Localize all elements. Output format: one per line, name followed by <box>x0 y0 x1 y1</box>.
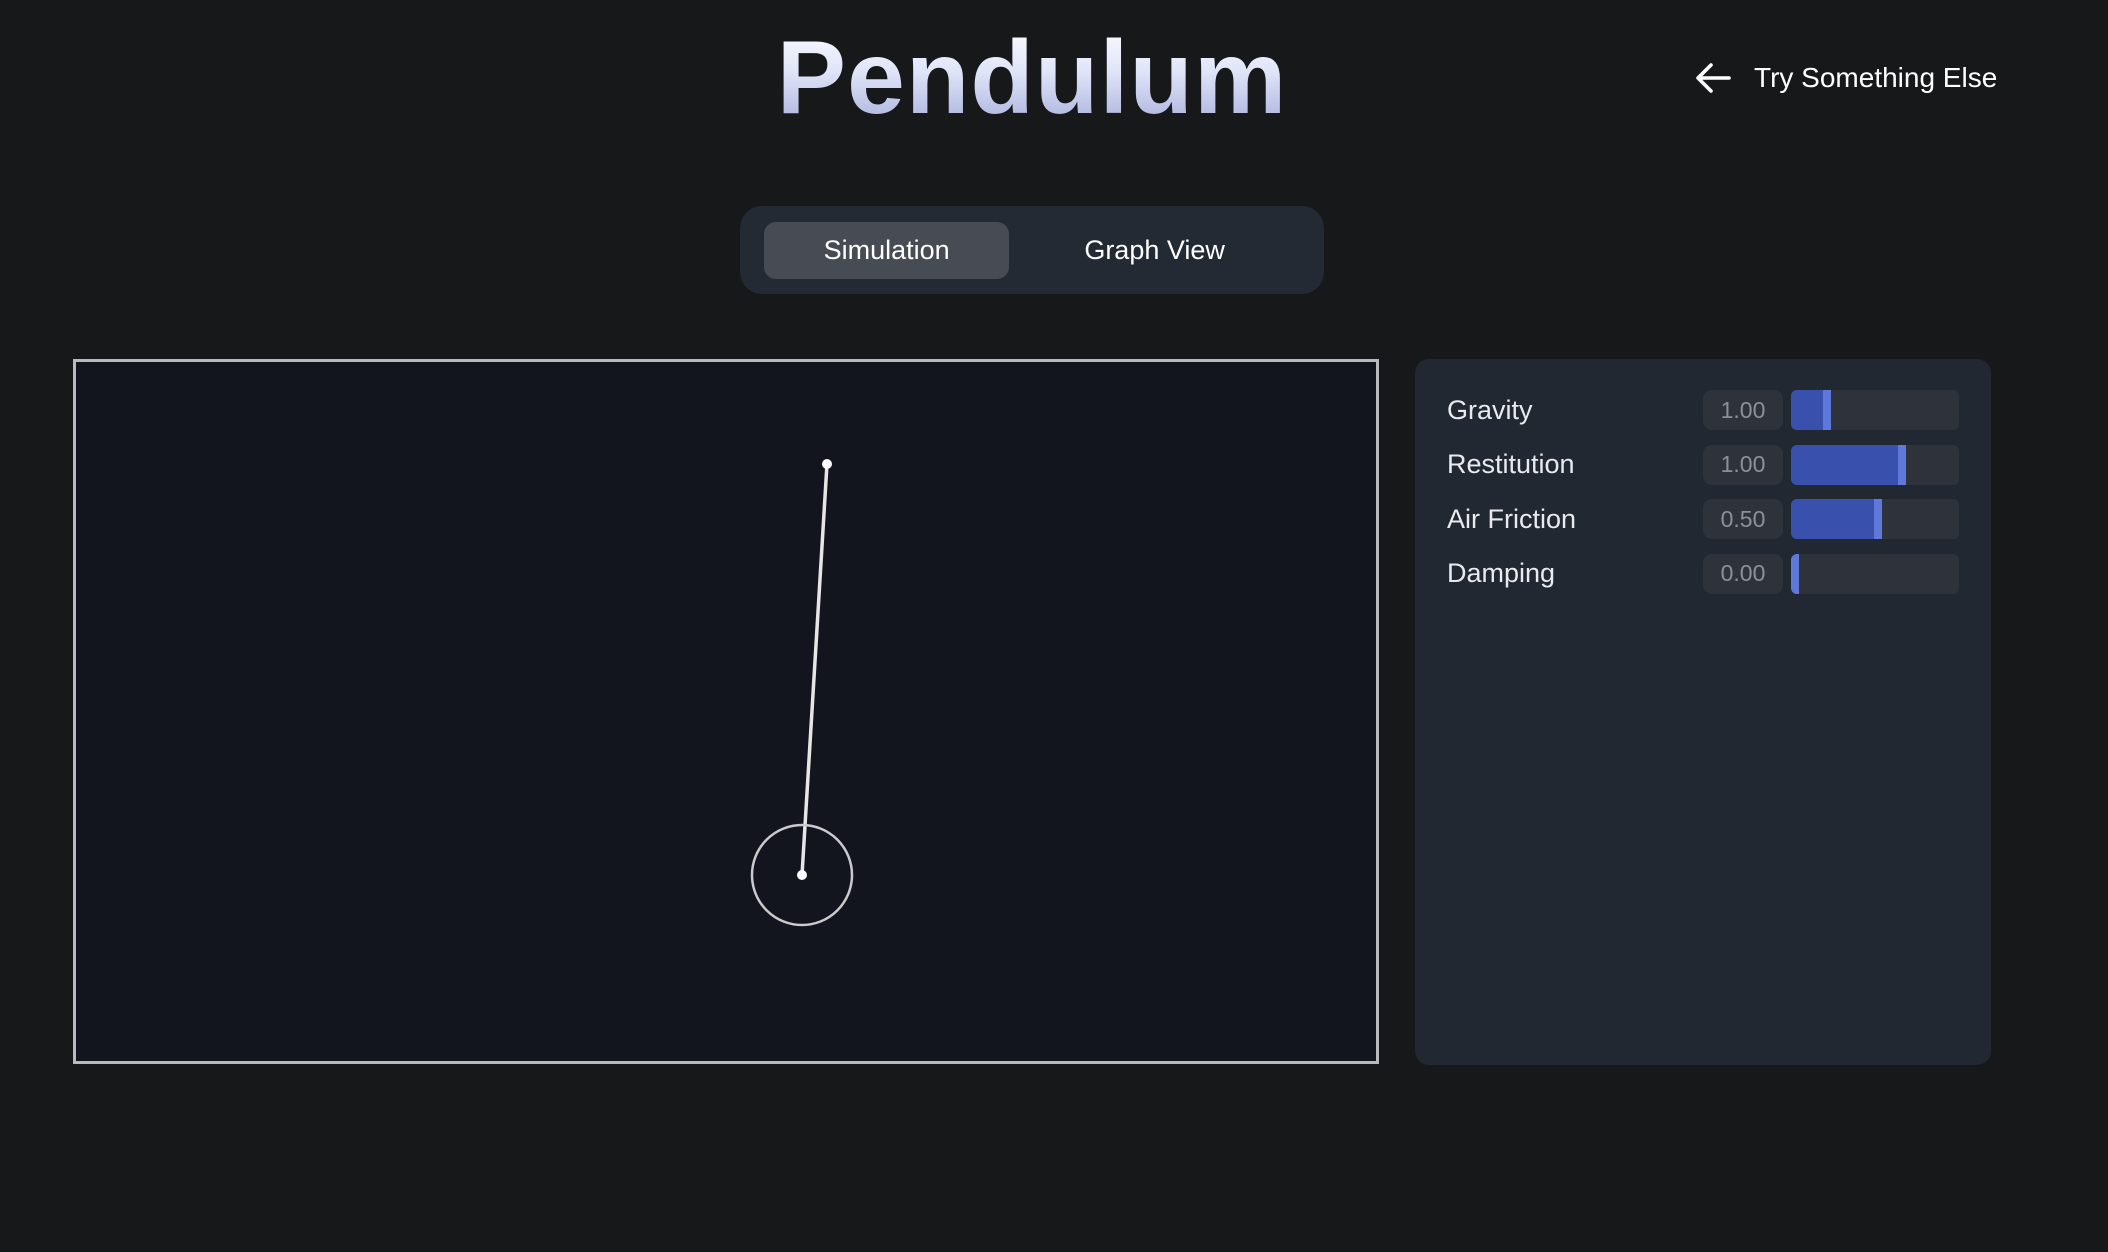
control-label: Restitution <box>1447 449 1575 479</box>
damping-slider[interactable] <box>1791 553 1959 594</box>
control-restitution: Restitution 1.00 <box>1447 444 1959 486</box>
app-root: Pendulum Try Something Else Simulation G… <box>0 0 2108 1252</box>
control-value[interactable]: 1.00 <box>1703 444 1783 485</box>
air-friction-slider[interactable] <box>1791 499 1959 539</box>
gravity-slider[interactable] <box>1791 390 1959 430</box>
back-link-label: Try Something Else <box>1754 62 1998 93</box>
control-label: Air Friction <box>1447 503 1577 534</box>
control-label: Gravity <box>1447 394 1533 425</box>
control-label: Damping <box>1447 558 1556 588</box>
control-value[interactable]: 0.50 <box>1703 499 1783 539</box>
control-damping: Damping 0.00 <box>1447 553 1959 595</box>
slider-thumb[interactable] <box>1823 390 1831 430</box>
simulation-canvas[interactable] <box>73 359 1379 1064</box>
control-value[interactable]: 1.00 <box>1703 390 1783 430</box>
view-tabs: Simulation Graph View <box>740 206 1324 294</box>
pendulum-rod <box>800 462 829 877</box>
pendulum-bob-center <box>797 870 807 880</box>
tab-graph-view[interactable]: Graph View <box>1009 222 1300 279</box>
controls-panel: Gravity 1.00 Restitution 1.00 Air Fricti… <box>1415 359 1991 1065</box>
pendulum-pivot <box>822 459 832 469</box>
slider-thumb[interactable] <box>1898 444 1906 485</box>
slider-fill <box>1791 499 1874 539</box>
control-air-friction: Air Friction 0.50 <box>1447 498 1959 540</box>
try-something-else-link[interactable]: Try Something Else <box>1694 56 1997 100</box>
slider-fill <box>1791 444 1898 485</box>
control-value[interactable]: 0.00 <box>1703 553 1783 594</box>
control-gravity: Gravity 1.00 <box>1447 389 1959 431</box>
slider-thumb[interactable] <box>1874 499 1882 539</box>
slider-thumb[interactable] <box>1791 553 1799 594</box>
tab-simulation[interactable]: Simulation <box>764 221 1010 279</box>
arrow-left-icon <box>1694 61 1732 95</box>
slider-fill <box>1791 390 1823 430</box>
restitution-slider[interactable] <box>1791 444 1959 485</box>
